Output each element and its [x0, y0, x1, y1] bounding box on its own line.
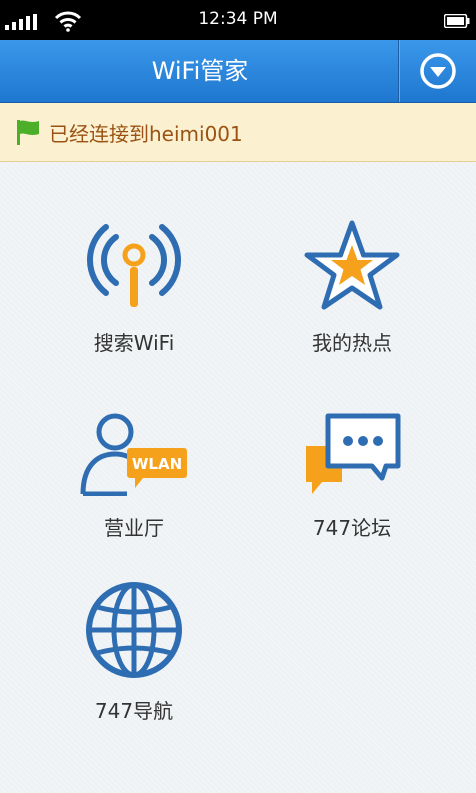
tile-business-hall[interactable]: WLAN 营业厅: [34, 392, 234, 552]
chevron-down-circle-icon: [420, 53, 456, 89]
feature-grid: 搜索WiFi 我的热点 WLAN 营业厅 747论坛 747导航: [0, 162, 476, 793]
status-time: 12:34 PM: [198, 9, 278, 29]
globe-icon: [74, 575, 194, 679]
svg-text:WLAN: WLAN: [132, 455, 182, 473]
tile-search-wifi[interactable]: 搜索WiFi: [34, 207, 234, 367]
chat-bubbles-icon: [292, 392, 412, 496]
app-header: WiFi管家: [0, 40, 476, 103]
page-title: WiFi管家: [151, 57, 249, 85]
tile-label: 营业厅: [104, 516, 164, 540]
status-bar: 12:34 PM: [0, 0, 476, 40]
wlan-person-icon: WLAN: [74, 392, 194, 496]
battery-icon: [443, 13, 470, 32]
wifi-antenna-icon: [74, 207, 194, 311]
tile-label: 747论坛: [312, 516, 392, 540]
flag-icon: [15, 118, 41, 146]
tile-747-navigation[interactable]: 747导航: [34, 575, 234, 735]
tile-label: 搜索WiFi: [93, 331, 175, 355]
star-icon: [292, 207, 412, 311]
tile-label: 747导航: [94, 699, 174, 723]
connection-status-text: 已经连接到heimi001: [49, 121, 243, 146]
menu-button[interactable]: [400, 40, 476, 102]
header-divider: [398, 40, 399, 102]
tile-label: 我的热点: [312, 331, 392, 355]
connection-status-bar: 已经连接到heimi001: [0, 103, 476, 162]
tile-my-hotspot[interactable]: 我的热点: [252, 207, 452, 367]
tile-747-forum[interactable]: 747论坛: [252, 392, 452, 552]
